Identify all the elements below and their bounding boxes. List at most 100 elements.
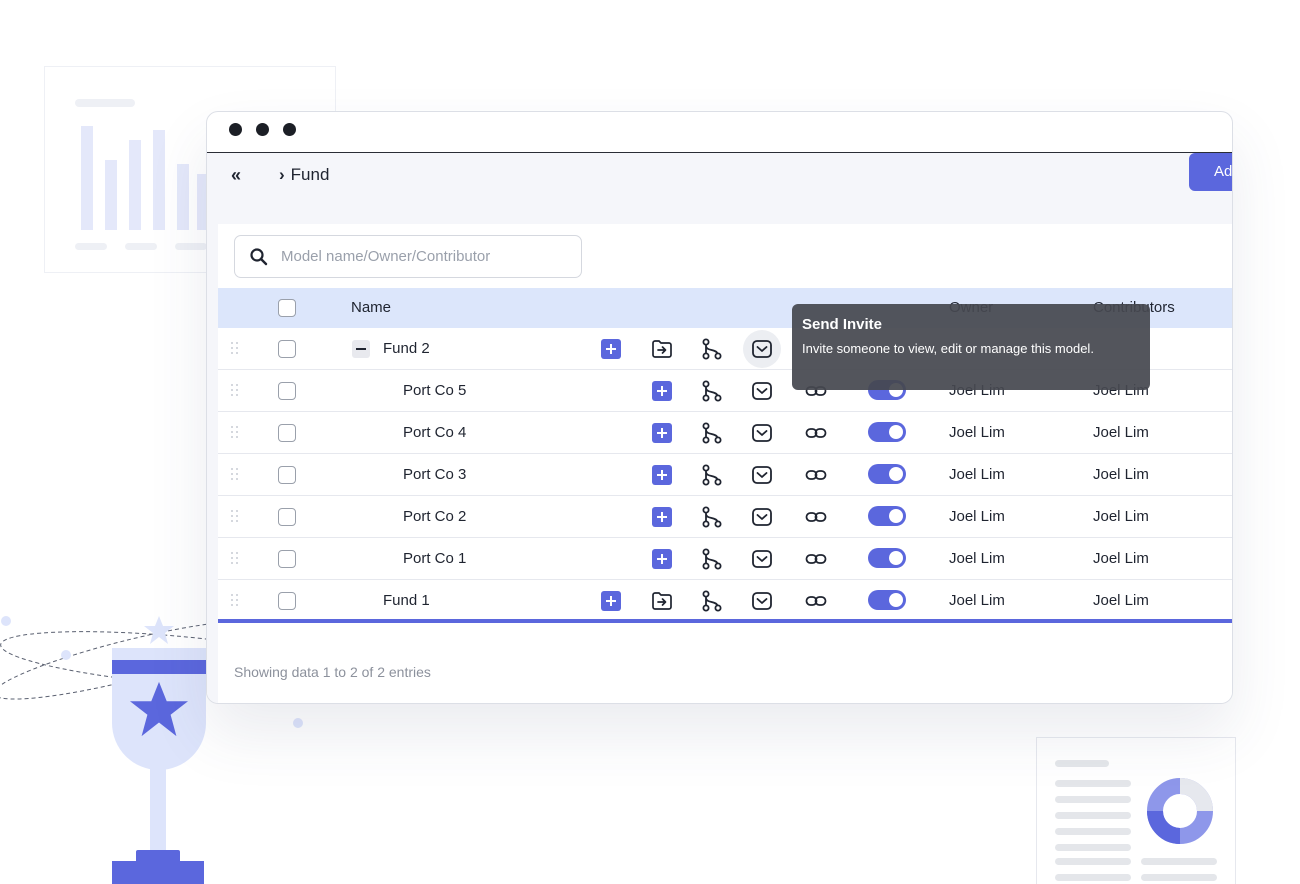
decorative-line: [75, 99, 135, 107]
decorative-line: [1055, 780, 1131, 787]
row-name: Port Co 5: [403, 382, 467, 399]
drag-handle-icon[interactable]: [231, 594, 239, 607]
visibility-toggle[interactable]: [868, 506, 906, 526]
send-invite-icon[interactable]: [750, 547, 774, 571]
drag-handle-icon[interactable]: [231, 468, 239, 481]
add-child-button[interactable]: [652, 549, 672, 569]
donut-chart-icon: [1147, 778, 1213, 844]
row-owner: Joel Lim: [949, 592, 1005, 609]
decorative-line: [75, 243, 107, 250]
row-checkbox[interactable]: [278, 592, 296, 610]
row-checkbox[interactable]: [278, 508, 296, 526]
visibility-toggle[interactable]: [868, 464, 906, 484]
collapse-row-icon[interactable]: [352, 340, 370, 358]
add-button[interactable]: Add: [1189, 153, 1232, 191]
models-panel: Name Owner Contributors Fund 2 Por: [218, 224, 1232, 703]
table-row[interactable]: Port Co 3 Joel Lim Joel Lim: [218, 454, 1232, 496]
search-input[interactable]: [281, 236, 571, 277]
table-row[interactable]: Port Co 2 Joel Lim Joel Lim: [218, 496, 1232, 538]
row-name: Fund 2: [383, 340, 430, 357]
row-checkbox[interactable]: [278, 340, 296, 358]
row-checkbox[interactable]: [278, 382, 296, 400]
decorative-bar: [105, 160, 117, 230]
search-icon: [250, 248, 268, 266]
column-header-name[interactable]: Name: [351, 288, 391, 328]
decorative-line: [1141, 858, 1217, 865]
visibility-toggle[interactable]: [868, 422, 906, 442]
trophy-stem: [150, 768, 166, 852]
decorative-report-card: [1036, 737, 1236, 884]
send-invite-icon[interactable]: [750, 337, 774, 361]
drag-handle-icon[interactable]: [231, 510, 239, 523]
star-icon: [144, 616, 174, 644]
pagination-info: Showing data 1 to 2 of 2 entries: [234, 664, 431, 680]
row-owner: Joel Lim: [949, 508, 1005, 525]
add-child-button[interactable]: [652, 423, 672, 443]
drag-handle-icon[interactable]: [231, 426, 239, 439]
table-row[interactable]: Port Co 1 Joel Lim Joel Lim: [218, 538, 1232, 580]
branch-icon[interactable]: [700, 337, 724, 361]
move-to-folder-icon[interactable]: [650, 589, 674, 613]
drag-handle-icon[interactable]: [231, 552, 239, 565]
window-titlebar: [207, 112, 1232, 153]
row-contributor: Joel Lim: [1093, 508, 1149, 525]
trophy-illustration: [112, 648, 206, 770]
app-area: « ›Fund Add Name Owner Contributors: [207, 153, 1232, 703]
branch-icon[interactable]: [700, 421, 724, 445]
row-name: Fund 1: [383, 592, 430, 609]
row-name: Port Co 3: [403, 466, 467, 483]
send-invite-icon[interactable]: [750, 463, 774, 487]
visibility-toggle[interactable]: [868, 590, 906, 610]
star-icon: [130, 681, 188, 737]
row-contributor: Joel Lim: [1093, 466, 1149, 483]
collapse-sidebar-icon[interactable]: «: [231, 163, 251, 187]
branch-icon[interactable]: [700, 547, 724, 571]
row-checkbox[interactable]: [278, 550, 296, 568]
decorative-line: [1055, 796, 1131, 803]
send-invite-icon[interactable]: [750, 421, 774, 445]
decorative-bar: [177, 164, 189, 230]
row-owner: Joel Lim: [949, 424, 1005, 441]
decorative-line: [1055, 812, 1131, 819]
send-invite-icon[interactable]: [750, 589, 774, 613]
link-icon[interactable]: [804, 505, 828, 529]
branch-icon[interactable]: [700, 589, 724, 613]
row-contributor: Joel Lim: [1093, 592, 1149, 609]
table-row[interactable]: Port Co 4 Joel Lim Joel Lim: [218, 412, 1232, 454]
add-child-button[interactable]: [652, 381, 672, 401]
link-icon[interactable]: [804, 463, 828, 487]
top-bar: « › Fund Add: [207, 153, 1232, 219]
window-dot: [256, 123, 269, 136]
select-all-checkbox[interactable]: [278, 299, 296, 317]
branch-icon[interactable]: [700, 463, 724, 487]
branch-icon[interactable]: [700, 505, 724, 529]
send-invite-icon[interactable]: [750, 379, 774, 403]
drag-handle-icon[interactable]: [231, 384, 239, 397]
row-contributor: Joel Lim: [1093, 550, 1149, 567]
visibility-toggle[interactable]: [868, 548, 906, 568]
add-child-button[interactable]: [601, 339, 621, 359]
add-child-button[interactable]: [601, 591, 621, 611]
row-checkbox[interactable]: [278, 466, 296, 484]
decorative-line: [1141, 874, 1217, 881]
decorative-line: [1055, 858, 1131, 865]
trophy-base: [112, 861, 204, 884]
breadcrumb[interactable]: › Fund: [279, 163, 329, 187]
link-icon[interactable]: [804, 421, 828, 445]
send-invite-tooltip: Send Invite Invite someone to view, edit…: [792, 304, 1150, 390]
row-name: Port Co 1: [403, 550, 467, 567]
send-invite-icon[interactable]: [750, 505, 774, 529]
drag-handle-icon[interactable]: [231, 342, 239, 355]
table-row[interactable]: Fund 1 Joel Lim Joel Lim: [218, 580, 1232, 622]
add-child-button[interactable]: [652, 507, 672, 527]
tooltip-body: Invite someone to view, edit or manage t…: [802, 341, 1094, 356]
add-child-button[interactable]: [652, 465, 672, 485]
search-box[interactable]: [234, 235, 582, 278]
branch-icon[interactable]: [700, 379, 724, 403]
row-name: Port Co 2: [403, 508, 467, 525]
move-to-folder-icon[interactable]: [650, 337, 674, 361]
link-icon[interactable]: [804, 547, 828, 571]
decorative-line: [1055, 874, 1131, 881]
row-checkbox[interactable]: [278, 424, 296, 442]
link-icon[interactable]: [804, 589, 828, 613]
